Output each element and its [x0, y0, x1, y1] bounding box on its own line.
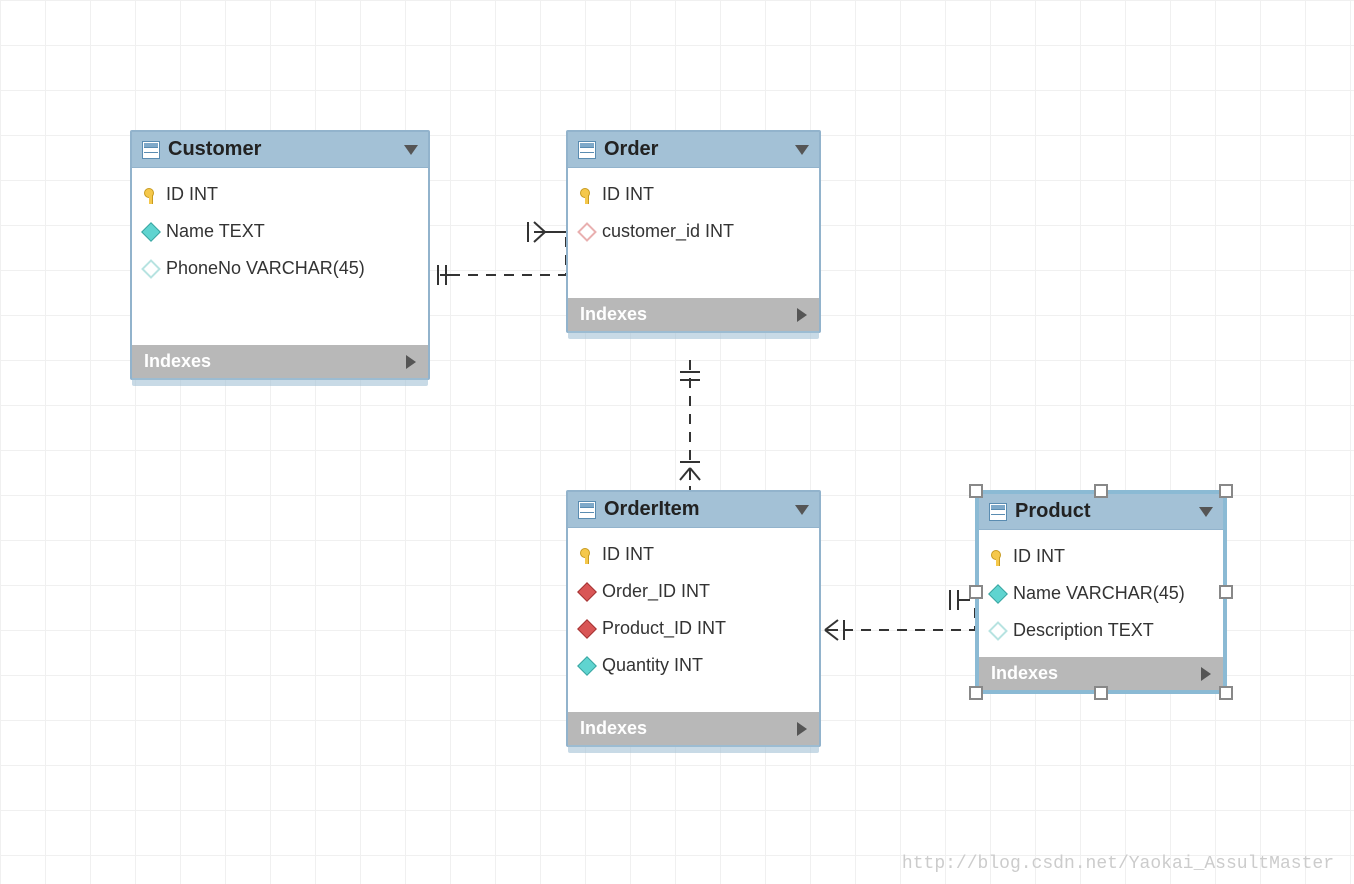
column-label: Product_ID INT	[602, 618, 726, 639]
column-label: ID INT	[602, 184, 654, 205]
column-label: PhoneNo VARCHAR(45)	[166, 258, 365, 279]
column-row[interactable]: ID INT	[568, 176, 819, 213]
column-row[interactable]: ID INT	[979, 538, 1223, 575]
expand-icon	[1201, 667, 1211, 681]
resize-handle-se[interactable]	[1219, 686, 1233, 700]
entity-header[interactable]: Customer	[132, 132, 428, 168]
entity-title: OrderItem	[604, 498, 787, 521]
column-label: Name TEXT	[166, 221, 265, 242]
column-row[interactable]: customer_id INT	[568, 213, 819, 250]
collapse-icon[interactable]	[404, 145, 418, 155]
column-icon	[577, 656, 597, 676]
column-icon	[141, 222, 161, 242]
column-label: Name VARCHAR(45)	[1013, 583, 1185, 604]
column-icon	[577, 582, 597, 602]
indexes-section[interactable]: Indexes	[132, 345, 428, 378]
entity-header[interactable]: OrderItem	[568, 492, 819, 528]
collapse-icon[interactable]	[795, 505, 809, 515]
watermark: http://blog.csdn.net/Yaokai_AssultMaster	[902, 854, 1334, 874]
column-icon	[141, 259, 161, 279]
column-label: Description TEXT	[1013, 620, 1154, 641]
resize-handle-sw[interactable]	[969, 686, 983, 700]
column-label: Order_ID INT	[602, 581, 710, 602]
indexes-label: Indexes	[144, 351, 211, 372]
diagram-canvas[interactable]: Customer ID INT Name TEXT PhoneNo VARCHA…	[0, 0, 1354, 884]
entity-title: Product	[1015, 500, 1191, 523]
column-label: ID INT	[1013, 546, 1065, 567]
entity-product[interactable]: Product ID INT Name VARCHAR(45) Descript…	[975, 490, 1227, 694]
resize-handle-s[interactable]	[1094, 686, 1108, 700]
entity-header[interactable]: Order	[568, 132, 819, 168]
column-row[interactable]: ID INT	[132, 176, 428, 213]
column-label: customer_id INT	[602, 221, 734, 242]
collapse-icon[interactable]	[1199, 507, 1213, 517]
column-row[interactable]: Order_ID INT	[568, 573, 819, 610]
column-icon	[577, 619, 597, 639]
entity-header[interactable]: Product	[979, 494, 1223, 530]
resize-handle-e[interactable]	[1219, 585, 1233, 599]
key-icon	[144, 188, 158, 202]
resize-handle-n[interactable]	[1094, 484, 1108, 498]
indexes-section[interactable]: Indexes	[568, 712, 819, 745]
indexes-label: Indexes	[580, 304, 647, 325]
key-icon	[580, 188, 594, 202]
column-icon	[988, 584, 1008, 604]
indexes-label: Indexes	[991, 663, 1058, 684]
table-icon	[989, 503, 1007, 521]
expand-icon	[406, 355, 416, 369]
entity-order[interactable]: Order ID INT customer_id INT Indexes	[566, 130, 821, 333]
column-row[interactable]: PhoneNo VARCHAR(45)	[132, 250, 428, 287]
entity-title: Order	[604, 138, 787, 161]
column-label: ID INT	[166, 184, 218, 205]
column-label: ID INT	[602, 544, 654, 565]
entity-customer[interactable]: Customer ID INT Name TEXT PhoneNo VARCHA…	[130, 130, 430, 380]
column-label: Quantity INT	[602, 655, 703, 676]
column-row[interactable]: Name VARCHAR(45)	[979, 575, 1223, 612]
column-row[interactable]: Quantity INT	[568, 647, 819, 684]
expand-icon	[797, 308, 807, 322]
column-row[interactable]: Name TEXT	[132, 213, 428, 250]
entity-columns: ID INT Order_ID INT Product_ID INT Quant…	[568, 528, 819, 712]
indexes-section[interactable]: Indexes	[568, 298, 819, 331]
collapse-icon[interactable]	[795, 145, 809, 155]
column-icon	[577, 222, 597, 242]
resize-handle-w[interactable]	[969, 585, 983, 599]
table-icon	[142, 141, 160, 159]
resize-handle-ne[interactable]	[1219, 484, 1233, 498]
table-icon	[578, 501, 596, 519]
entity-columns: ID INT customer_id INT	[568, 168, 819, 298]
entity-title: Customer	[168, 138, 396, 161]
column-icon	[988, 621, 1008, 641]
key-icon	[991, 550, 1005, 564]
indexes-label: Indexes	[580, 718, 647, 739]
column-row[interactable]: Description TEXT	[979, 612, 1223, 649]
entity-columns: ID INT Name TEXT PhoneNo VARCHAR(45)	[132, 168, 428, 345]
entity-columns: ID INT Name VARCHAR(45) Description TEXT	[979, 530, 1223, 657]
column-row[interactable]: Product_ID INT	[568, 610, 819, 647]
expand-icon	[797, 722, 807, 736]
column-row[interactable]: ID INT	[568, 536, 819, 573]
resize-handle-nw[interactable]	[969, 484, 983, 498]
entity-orderitem[interactable]: OrderItem ID INT Order_ID INT Product_ID…	[566, 490, 821, 747]
table-icon	[578, 141, 596, 159]
key-icon	[580, 548, 594, 562]
